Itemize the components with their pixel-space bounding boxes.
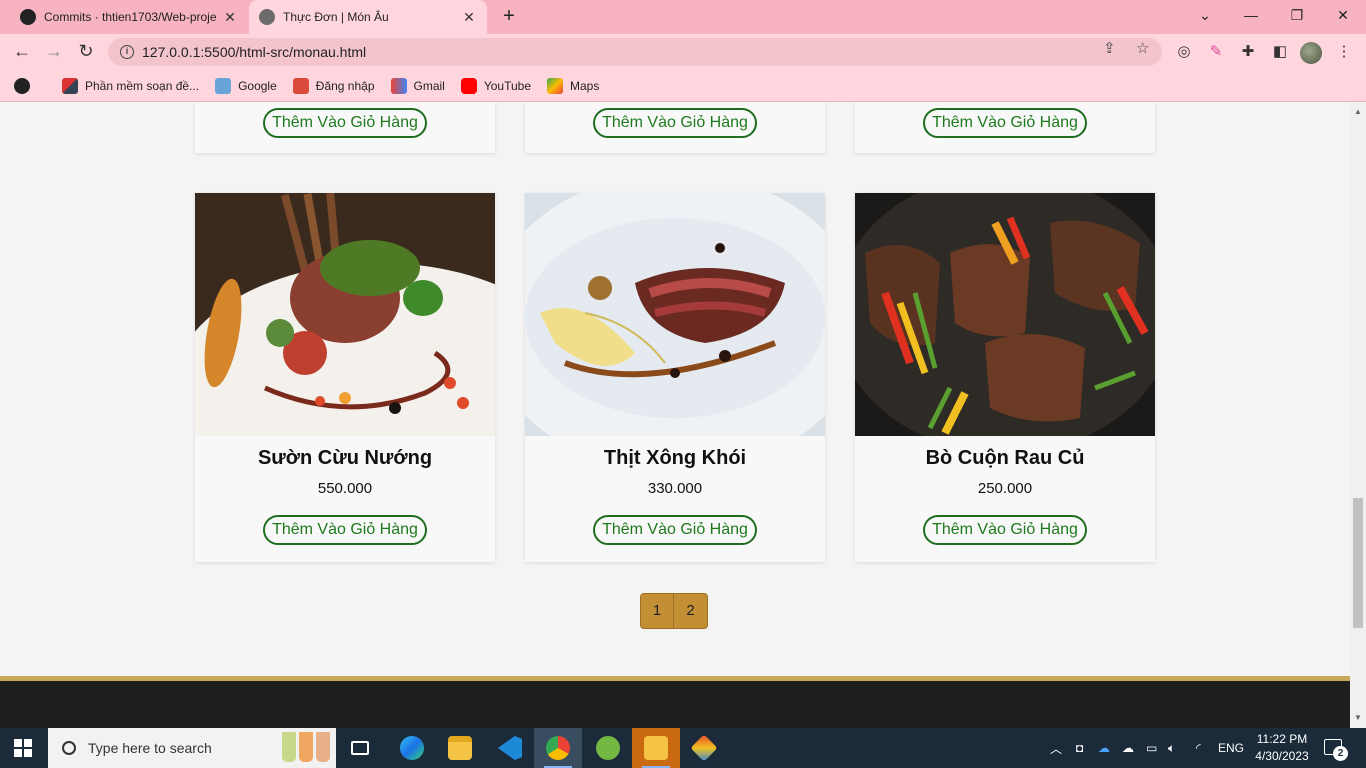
v-logo-icon [62, 77, 78, 94]
close-icon[interactable]: ✕ [461, 9, 477, 26]
share-icon[interactable]: ⇪ [1103, 39, 1116, 57]
address-bar[interactable]: i 127.0.0.1:5500/html-src/monau.html [108, 38, 1162, 66]
scroll-up-icon[interactable]: ▲ [1353, 107, 1363, 116]
product-card: Thịt Xông Khói 330.000 Thêm Vào Giỏ Hàng [525, 193, 825, 562]
product-price: 250.000 [977, 480, 1033, 497]
coccoc-icon[interactable] [584, 728, 632, 768]
page-2-button[interactable]: 2 [674, 593, 708, 629]
login-icon [292, 77, 309, 94]
tab-strip: Commits · thtien1703/Web-proje ✕ Thực Đơ… [0, 0, 1366, 34]
more-menu-icon[interactable]: ⋮ [1334, 42, 1354, 62]
new-tab-button[interactable]: + [497, 5, 521, 29]
search-icon [62, 741, 76, 755]
bubble-tea-icon [282, 732, 330, 762]
scroll-thumb[interactable] [1353, 498, 1363, 628]
onedrive-icon[interactable]: ☁ [1098, 728, 1110, 768]
wifi-icon[interactable]: ◜ [1196, 728, 1201, 768]
pagination: 1 2 [640, 593, 708, 629]
taskbar-search[interactable]: Type here to search [48, 728, 336, 768]
tab-title: Commits · thtien1703/Web-proje [44, 10, 217, 24]
reload-icon[interactable]: ↻ [74, 40, 98, 64]
github-icon [20, 9, 36, 25]
windows-start-icon[interactable] [14, 739, 32, 757]
bookmark-item[interactable]: Maps [547, 77, 599, 94]
edge-icon[interactable] [388, 728, 436, 768]
apps-icon[interactable] [14, 77, 30, 94]
language-indicator[interactable]: ENG [1218, 728, 1244, 768]
bookmark-item[interactable]: Phần mềm soạn đề... [62, 77, 199, 94]
lamb-ribs-dish-image[interactable] [195, 193, 495, 436]
meet-now-icon[interactable]: ◘ [1076, 728, 1083, 768]
page-scrollbar[interactable]: ▲ ▼ [1350, 103, 1366, 728]
windows-taskbar: Type here to search ︿ ◘ ☁ ☁ ▭ 🔈︎ ◜ ENG 1… [0, 728, 1366, 768]
chrome-icon[interactable] [534, 728, 582, 768]
maps-icon [547, 77, 563, 94]
folder-app-icon[interactable] [632, 728, 680, 768]
smoked-meat-dish-image[interactable] [525, 193, 825, 436]
add-to-cart-button[interactable]: Thêm Vào Giỏ Hàng [923, 108, 1087, 138]
product-name: Sườn Cừu Nướng [257, 447, 433, 469]
task-view-icon[interactable] [336, 728, 384, 768]
gmail-icon [390, 77, 407, 94]
vscode-icon[interactable] [486, 728, 534, 768]
page-content: Thêm Vào Giỏ Hàng Thêm Vào Giỏ Hàng Thêm… [0, 103, 1350, 728]
add-to-cart-button[interactable]: Thêm Vào Giỏ Hàng [923, 515, 1087, 545]
color-picker-extension-icon[interactable]: ✎ [1206, 42, 1226, 62]
cloud-icon[interactable]: ☁ [1122, 728, 1134, 768]
chevron-up-icon[interactable]: ︿ [1050, 728, 1062, 768]
close-icon[interactable]: ✕ [222, 9, 238, 26]
product-card: Thêm Vào Giỏ Hàng [525, 103, 825, 153]
star-icon[interactable]: ☆ [1136, 39, 1149, 57]
product-price: 550.000 [317, 480, 373, 497]
add-to-cart-button[interactable]: Thêm Vào Giỏ Hàng [593, 108, 757, 138]
battery-icon[interactable]: ▭ [1146, 728, 1157, 768]
bookmark-item[interactable]: Đăng nhập [292, 77, 375, 94]
side-panel-icon[interactable]: ◧ [1270, 42, 1290, 62]
minimize-button[interactable]: — [1236, 4, 1266, 28]
address-text[interactable]: 127.0.0.1:5500/html-src/monau.html [142, 44, 366, 60]
product-card: Thêm Vào Giỏ Hàng [855, 103, 1155, 153]
page-1-button[interactable]: 1 [640, 593, 674, 629]
compass-extension-icon[interactable]: ◎ [1174, 42, 1194, 62]
tab-search-chevron-icon[interactable]: ⌄ [1190, 4, 1220, 28]
tab-menu[interactable]: Thực Đơn | Món Âu ✕ [249, 0, 487, 34]
product-name: Thịt Xông Khói [603, 447, 747, 469]
scroll-down-icon[interactable]: ▼ [1353, 713, 1363, 722]
clock-time: 11:22 PM [1256, 732, 1308, 746]
git-app-icon[interactable] [680, 728, 728, 768]
product-card: Bò Cuộn Rau Củ 250.000 Thêm Vào Giỏ Hàng [855, 193, 1155, 562]
product-card: Thêm Vào Giỏ Hàng [195, 103, 495, 153]
product-card: Sườn Cừu Nướng 550.000 Thêm Vào Giỏ Hàng [195, 193, 495, 562]
bookmark-item[interactable]: Gmail [390, 77, 445, 94]
bookmark-item[interactable]: Google [215, 77, 277, 94]
taskbar-clock[interactable]: 11:22 PM 4/30/2023 [1252, 731, 1312, 765]
browser-toolbar: ← → ↻ i 127.0.0.1:5500/html-src/monau.ht… [0, 34, 1366, 70]
bookmark-item[interactable]: YouTube [460, 77, 531, 94]
globe-icon [259, 9, 275, 25]
restore-button[interactable]: ❐ [1282, 4, 1312, 28]
notification-badge: 2 [1333, 746, 1348, 761]
file-explorer-icon[interactable] [436, 728, 484, 768]
google-icon [215, 77, 232, 94]
beef-vegetable-rolls-image[interactable] [855, 193, 1155, 436]
bookmarks-bar: Phần mềm soạn đề... Google Đăng nhập Gma… [0, 70, 1366, 102]
add-to-cart-button[interactable]: Thêm Vào Giỏ Hàng [263, 108, 427, 138]
search-placeholder: Type here to search [88, 740, 212, 756]
tab-commits[interactable]: Commits · thtien1703/Web-proje ✕ [10, 0, 248, 34]
clock-date: 4/30/2023 [1255, 749, 1309, 763]
youtube-icon [460, 77, 477, 94]
add-to-cart-button[interactable]: Thêm Vào Giỏ Hàng [263, 515, 427, 545]
forward-arrow-icon[interactable]: → [42, 40, 66, 64]
puzzle-extensions-icon[interactable]: ✚ [1238, 42, 1258, 62]
back-arrow-icon[interactable]: ← [10, 40, 34, 64]
tab-title: Thực Đơn | Món Âu [283, 10, 389, 24]
add-to-cart-button[interactable]: Thêm Vào Giỏ Hàng [593, 515, 757, 545]
product-price: 330.000 [647, 480, 703, 497]
volume-icon[interactable]: 🔈︎ [1168, 728, 1175, 768]
product-name: Bò Cuộn Rau Củ [925, 447, 1085, 469]
close-window-button[interactable]: ✕ [1328, 4, 1358, 28]
profile-avatar[interactable] [1300, 42, 1322, 64]
footer [0, 681, 1350, 728]
info-icon[interactable]: i [120, 45, 134, 59]
